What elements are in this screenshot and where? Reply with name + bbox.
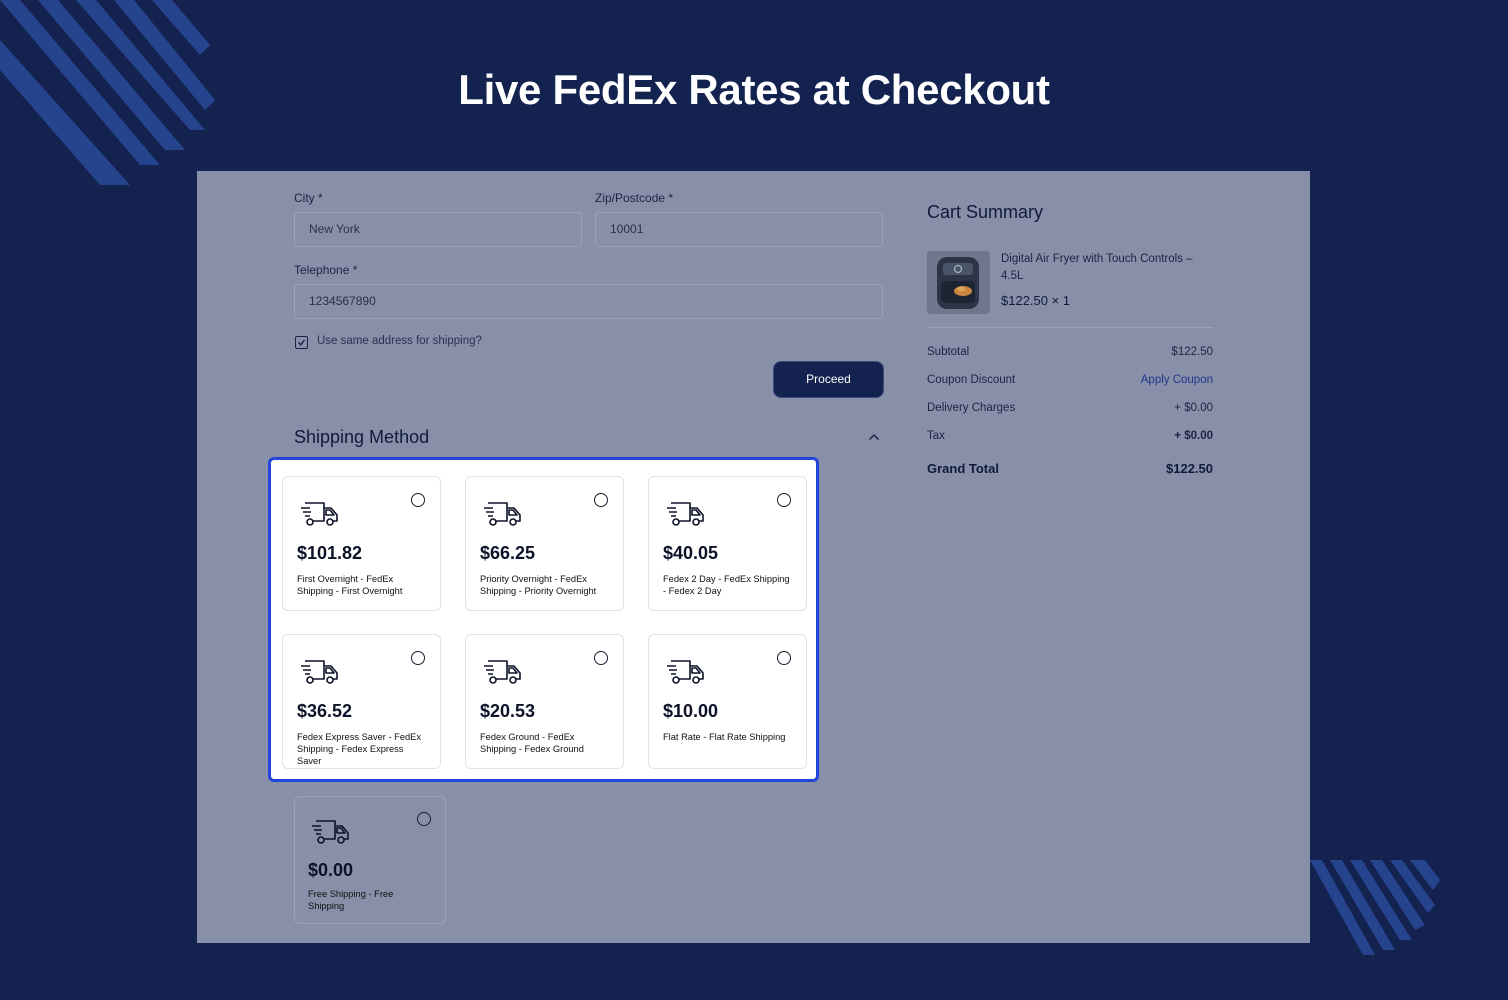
proceed-button[interactable]: Proceed: [774, 362, 883, 397]
zip-label: Zip/Postcode *: [595, 191, 674, 205]
truck-icon: [484, 502, 521, 526]
product-price-quantity: $122.50 × 1: [1001, 293, 1071, 308]
decorative-stripes-bottom-right: [1310, 860, 1440, 955]
shipping-option-radio[interactable]: [417, 812, 431, 826]
chevron-up-icon[interactable]: [868, 433, 880, 441]
grand-total-value: $122.50: [1166, 461, 1213, 476]
shipping-option-card[interactable]: $101.82 First Overnight - FedEx Shipping…: [282, 476, 441, 611]
shipping-option-description: Free Shipping - Free Shipping: [308, 889, 394, 911]
tax-label: Tax: [927, 430, 945, 442]
shipping-option-price: $20.53: [480, 701, 536, 721]
subtotal-value: $122.50: [1171, 346, 1213, 358]
shipping-option-card[interactable]: $40.05 Fedex 2 Day - FedEx Shipping - Fe…: [648, 476, 807, 611]
shipping-option-card[interactable]: $20.53 Fedex Ground - FedEx Shipping - F…: [465, 634, 624, 769]
shipping-option-radio[interactable]: [594, 651, 608, 665]
shipping-option-card[interactable]: $0.00 Free Shipping - Free Shipping: [294, 796, 446, 924]
truck-icon: [667, 502, 704, 526]
shipping-option-price: $40.05: [663, 543, 719, 563]
coupon-label: Coupon Discount: [927, 374, 1016, 386]
truck-icon: [301, 502, 338, 526]
shipping-option-description: Fedex Ground - FedEx Shipping - Fedex Gr…: [480, 732, 584, 754]
same-address-label: Use same address for shipping?: [317, 335, 482, 347]
shipping-option-description: Fedex 2 Day - FedEx Shipping - Fedex 2 D…: [663, 574, 790, 596]
truck-icon: [312, 820, 349, 844]
shipping-option-radio[interactable]: [594, 493, 608, 507]
delivery-label: Delivery Charges: [927, 402, 1016, 414]
cart-divider: [927, 327, 1213, 328]
telephone-field[interactable]: 1234567890: [294, 284, 883, 319]
truck-icon: [484, 660, 521, 684]
shipping-option-price: $101.82: [297, 543, 363, 563]
shipping-option-card[interactable]: $66.25 Priority Overnight - FedEx Shippi…: [465, 476, 624, 611]
delivery-value: + $0.00: [1174, 402, 1213, 414]
product-name: Digital Air Fryer with Touch Controls – …: [1001, 253, 1193, 282]
truck-icon: [667, 660, 704, 684]
shipping-option-description: Flat Rate - Flat Rate Shipping: [663, 732, 786, 742]
subtotal-label: Subtotal: [927, 346, 970, 358]
shipping-option-description: Priority Overnight - FedEx Shipping - Pr…: [480, 574, 597, 596]
zip-field[interactable]: 10001: [595, 212, 883, 247]
hero-title: Live FedEx Rates at Checkout: [458, 66, 1050, 113]
shipping-method-title: Shipping Method: [294, 427, 430, 447]
shipping-option-card[interactable]: $36.52 Fedex Express Saver - FedEx Shipp…: [282, 634, 441, 769]
shipping-option-radio[interactable]: [411, 493, 425, 507]
shipping-option-radio[interactable]: [411, 651, 425, 665]
cart-summary-title: Cart Summary: [927, 202, 1044, 222]
air-fryer-image: [927, 251, 990, 314]
shipping-option-description: Fedex Express Saver - FedEx Shipping - F…: [297, 732, 422, 766]
apply-coupon-link[interactable]: Apply Coupon: [1141, 374, 1213, 386]
checkmark-icon: [298, 339, 306, 346]
telephone-label: Telephone *: [294, 263, 358, 277]
shipping-option-description: First Overnight - FedEx Shipping - First…: [297, 574, 403, 596]
city-label: City *: [294, 191, 323, 205]
shipping-option-radio[interactable]: [777, 651, 791, 665]
shipping-option-price: $36.52: [297, 701, 353, 721]
tax-value: + $0.00: [1174, 430, 1213, 442]
shipping-option-price: $66.25: [480, 543, 536, 563]
shipping-option-radio[interactable]: [777, 493, 791, 507]
shipping-option-price: $10.00: [663, 701, 719, 721]
shipping-option-card[interactable]: $10.00 Flat Rate - Flat Rate Shipping: [648, 634, 807, 769]
truck-icon: [301, 660, 338, 684]
city-field[interactable]: New York: [294, 212, 582, 247]
grand-total-label: Grand Total: [927, 461, 999, 476]
shipping-option-price: $0.00: [308, 860, 354, 880]
checkout-panel: City * New York Zip/Postcode * 10001 Tel…: [197, 171, 1310, 943]
same-address-checkbox[interactable]: [295, 336, 308, 349]
